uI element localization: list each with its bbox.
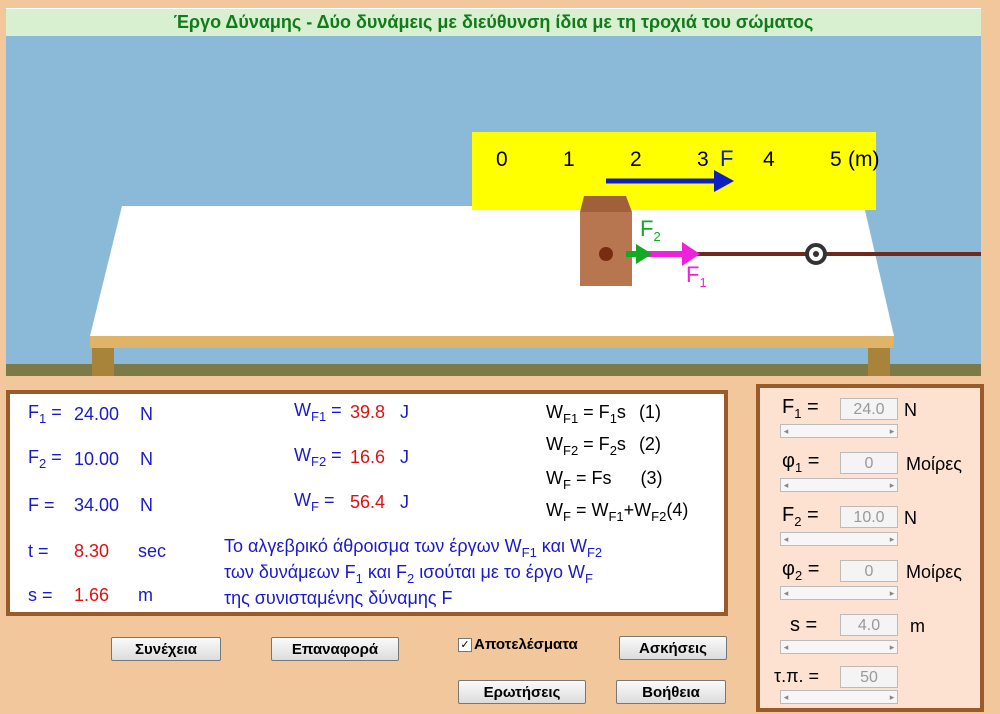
wf-label: WF = <box>294 490 335 514</box>
ruler-tick-3: 3 <box>697 148 709 171</box>
formula-2: WF2 = F2s (2) <box>546 434 661 458</box>
formula-4: WF = WF1+WF2(4) <box>546 500 689 524</box>
phi1-unit: Μοίρες <box>906 454 962 474</box>
wf1-value: 39.8 <box>350 402 386 422</box>
f1-input[interactable]: 24.0 <box>840 398 898 420</box>
f2-result-unit: N <box>140 449 153 469</box>
tp-control-label: τ.π. = <box>774 666 820 686</box>
f2-result-value: 10.00 <box>74 449 120 469</box>
phi2-control-label: φ2 = <box>782 558 820 583</box>
wf1-label: WF1 = <box>294 400 342 424</box>
ruler-tick-2: 2 <box>630 148 642 171</box>
f1-unit: N <box>904 400 917 420</box>
f1-result-label: F1 = <box>28 402 62 426</box>
phi2-unit: Μοίρες <box>906 562 962 582</box>
results-checkbox-label[interactable]: Αποτελέσματα <box>474 636 578 653</box>
applet-frame: Έργο Δύναμης - Δύο δυνάμεις με διεύθυνση… <box>0 0 1000 714</box>
ruler-tick-1: 1 <box>563 148 575 171</box>
s-value: 1.66 <box>74 585 110 605</box>
continue-button[interactable]: Συνέχεια <box>111 637 221 661</box>
slider-left-arrow-icon[interactable]: ◂ <box>781 691 791 703</box>
t-value: 8.30 <box>74 541 110 561</box>
results-panel: F1 = 24.00 N F2 = 10.00 N F = 34.00 N t … <box>6 390 728 616</box>
ground <box>6 364 981 376</box>
f-result-unit: N <box>140 495 153 515</box>
explanation-line-2: των δυνάμεων F1 και F2 ισούται με το έργ… <box>224 562 593 586</box>
exercises-button[interactable]: Ασκήσεις <box>619 636 727 660</box>
table-top <box>90 206 894 336</box>
tp-input[interactable]: 50 <box>840 666 898 688</box>
s-unit: m <box>910 616 925 636</box>
f2-result-label: F2 = <box>28 447 62 471</box>
ruler-tick-5: 5 <box>830 148 842 171</box>
f2-control-label: F2 = <box>782 504 819 529</box>
ruler <box>472 132 876 210</box>
f1-control-label: F1 = <box>782 396 819 421</box>
results-checkbox[interactable]: ✓ <box>458 638 472 652</box>
wf2-label: WF2 = <box>294 445 342 469</box>
s-slider[interactable]: ◂ ▸ <box>780 640 898 654</box>
ruler-unit: (m) <box>848 148 880 171</box>
t-label: t = <box>28 541 49 561</box>
s-label: s = <box>28 585 53 605</box>
s-input[interactable]: 4.0 <box>840 614 898 636</box>
slider-right-arrow-icon[interactable]: ▸ <box>887 479 897 491</box>
formula-3: WF = Fs (3) <box>546 468 663 492</box>
wf2-unit: J <box>400 447 409 467</box>
wf1-unit: J <box>400 402 409 422</box>
wf2-value: 16.6 <box>350 447 386 467</box>
slider-right-arrow-icon[interactable]: ▸ <box>887 533 897 545</box>
table-frame <box>90 336 894 348</box>
slider-right-arrow-icon[interactable]: ▸ <box>887 587 897 599</box>
f-result-label: F = <box>28 495 55 515</box>
f2-slider[interactable]: ◂ ▸ <box>780 532 898 546</box>
slider-right-arrow-icon[interactable]: ▸ <box>887 691 897 703</box>
tp-slider[interactable]: ◂ ▸ <box>780 690 898 704</box>
phi1-input[interactable]: 0 <box>840 452 898 474</box>
wf-unit: J <box>400 492 409 512</box>
scene-svg <box>6 132 981 376</box>
title-bar: Έργο Δύναμης - Δύο δυνάμεις με διεύθυνση… <box>6 8 981 36</box>
ruler-tick-0: 0 <box>496 148 508 171</box>
resultant-force-label: F <box>720 146 734 171</box>
slider-left-arrow-icon[interactable]: ◂ <box>781 641 791 653</box>
formula-1: WF1 = F1s (1) <box>546 402 661 426</box>
slider-left-arrow-icon[interactable]: ◂ <box>781 587 791 599</box>
block-hook <box>599 247 613 261</box>
slider-right-arrow-icon[interactable]: ▸ <box>887 641 897 653</box>
s-control-label: s = <box>790 614 818 636</box>
f1-label: F1 <box>686 262 707 290</box>
phi2-slider[interactable]: ◂ ▸ <box>780 586 898 600</box>
questions-button[interactable]: Ερωτήσεις <box>458 680 586 704</box>
f-result-value: 34.00 <box>74 495 120 515</box>
slider-left-arrow-icon[interactable]: ◂ <box>781 479 791 491</box>
f2-input[interactable]: 10.0 <box>840 506 898 528</box>
explanation-line-3: της συνισταμένης δύναμης F <box>224 588 453 608</box>
f1-result-value: 24.00 <box>74 404 120 424</box>
f1-result-unit: N <box>140 404 153 424</box>
wf-value: 56.4 <box>350 492 386 512</box>
f2-label: F2 <box>640 216 661 244</box>
ruler-tick-4: 4 <box>763 148 775 171</box>
slider-left-arrow-icon[interactable]: ◂ <box>781 425 791 437</box>
help-button[interactable]: Βοήθεια <box>616 680 726 704</box>
phi2-input[interactable]: 0 <box>840 560 898 582</box>
slider-right-arrow-icon[interactable]: ▸ <box>887 425 897 437</box>
f2-unit: N <box>904 508 917 528</box>
phi1-slider[interactable]: ◂ ▸ <box>780 478 898 492</box>
t-unit: sec <box>138 541 167 561</box>
controls-panel: F1 = 24.0 N ◂ ▸ φ1 = 0 Μοίρες ◂ ▸ F2 = 10.… <box>756 384 984 712</box>
reset-button[interactable]: Επαναφορά <box>271 637 399 661</box>
s-unit: m <box>138 585 153 605</box>
block-top <box>580 196 632 212</box>
explanation-line-1: Το αλγεβρικό άθροισμα των έργων WF1 και … <box>224 536 603 560</box>
slider-left-arrow-icon[interactable]: ◂ <box>781 533 791 545</box>
f1-slider[interactable]: ◂ ▸ <box>780 424 898 438</box>
simulation-scene: 0 1 2 3 4 5 (m) F F2 F1 <box>6 36 981 376</box>
phi1-control-label: φ1 = <box>782 450 820 475</box>
